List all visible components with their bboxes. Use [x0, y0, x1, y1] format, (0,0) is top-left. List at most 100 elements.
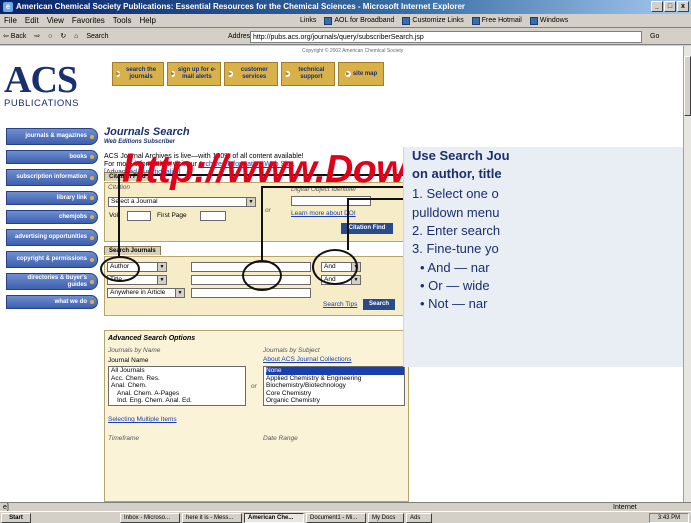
page-content: ACS PUBLICATIONS Copyright © 2002 Americ…: [0, 46, 683, 502]
annotation-circle-operator: [312, 249, 358, 285]
forward-button[interactable]: ⇨: [31, 33, 43, 40]
list-item[interactable]: Biochemistry/Biotechnology: [266, 382, 404, 390]
vol-label: Vol: [109, 212, 119, 219]
chevron-down-icon: ▼: [157, 263, 166, 271]
search-tips-link[interactable]: Search Tips: [323, 301, 357, 308]
go-button[interactable]: Go: [650, 31, 659, 43]
chevron-down-icon: ▼: [175, 289, 184, 297]
advanced-heading: Advanced Search Options: [108, 335, 196, 342]
window-title: American Chemical Society Publications: …: [16, 2, 466, 11]
task-my-docs[interactable]: My Docs: [368, 513, 404, 523]
task-american-chemical[interactable]: American Che...: [244, 513, 304, 523]
list-item[interactable]: Organic Chemistry: [266, 397, 404, 405]
menu-favorites[interactable]: Favorites: [68, 16, 109, 25]
links-label: Links: [300, 17, 317, 24]
search-button[interactable]: Search: [363, 299, 395, 310]
leader-line: [261, 186, 263, 260]
list-item[interactable]: Anal. Chem. A-Pages: [111, 390, 245, 398]
leader-line: [118, 174, 120, 256]
timeframe-label: Timeframe: [108, 435, 140, 442]
browser-window: e American Chemical Society Publications…: [0, 0, 691, 523]
page-title: Journals Search: [104, 126, 190, 138]
side-journals-magazines[interactable]: journals & magazines: [6, 128, 98, 145]
status-text: e]: [3, 504, 9, 511]
side-directories[interactable]: directories & buyer's guides: [6, 273, 98, 290]
nav-technical-support[interactable]: ▶ technical support: [281, 62, 335, 86]
leader-line: [347, 198, 407, 200]
back-button[interactable]: ⇦ Back: [0, 33, 29, 40]
acs-logo[interactable]: ACS PUBLICATIONS: [4, 61, 96, 114]
journal-name-label: Journal Name: [108, 357, 149, 364]
home-icon[interactable]: ⌂: [71, 33, 81, 40]
close-button[interactable]: x: [677, 1, 689, 12]
subject-list[interactable]: None Applied Chemistry & Engineering Bio…: [263, 366, 405, 406]
vertical-scrollbar[interactable]: [683, 46, 691, 502]
list-item[interactable]: All Journals: [111, 367, 245, 375]
callout-step-2: 2. Enter search: [412, 223, 501, 238]
journal-select[interactable]: Select a Journal ▼: [108, 197, 256, 207]
field-select-3[interactable]: Anywhere in Article ▼: [107, 288, 185, 298]
link-icon: [529, 17, 538, 25]
search-button[interactable]: Search: [83, 33, 111, 40]
clock: 3:43 PM: [649, 513, 689, 523]
menu-tools[interactable]: Tools: [109, 16, 136, 25]
menu-view[interactable]: View: [43, 16, 68, 25]
arrow-icon: ▶: [285, 71, 290, 77]
first-page-input[interactable]: [200, 211, 226, 221]
refresh-icon[interactable]: ↻: [57, 33, 69, 40]
list-item[interactable]: Ind. Eng. Chem. Anal. Ed.: [111, 397, 245, 405]
scroll-thumb[interactable]: [684, 56, 691, 116]
nav-search-journals[interactable]: ▶ search the journals: [112, 62, 164, 86]
menu-file[interactable]: File: [0, 16, 21, 25]
maximize-button[interactable]: □: [664, 1, 676, 12]
doi-learn-more-link[interactable]: Learn more about DOI: [291, 210, 356, 217]
multiple-items-link[interactable]: Selecting Multiple Items: [108, 416, 177, 423]
address-bar[interactable]: http://pubs.acs.org/journals/query/subsc…: [250, 31, 642, 43]
vol-input[interactable]: [127, 211, 151, 221]
side-copyright-permissions[interactable]: copyright & permissions: [6, 251, 98, 268]
list-item[interactable]: None: [266, 367, 404, 375]
side-advertising[interactable]: advertising opportunities: [6, 229, 98, 246]
minimize-button[interactable]: _: [651, 1, 663, 12]
start-button[interactable]: Start: [1, 513, 31, 523]
side-what-we-do[interactable]: what we do: [6, 295, 98, 309]
list-item[interactable]: Acc. Chem. Res.: [111, 375, 245, 383]
callout-step-3: 3. Fine-tune yo: [412, 241, 499, 256]
nav-email-alerts[interactable]: ▶ sign up for e-mail alerts: [167, 62, 221, 86]
link-hotmail[interactable]: Free Hotmail: [471, 14, 522, 28]
task-messenger[interactable]: here it is - Mess...: [182, 513, 242, 523]
menu-help[interactable]: Help: [135, 16, 159, 25]
links-bar: Links AOL for Broadband Customize Links …: [300, 14, 568, 28]
instruction-callout: Use Search Jou on author, title 1. Selec…: [403, 147, 683, 367]
nav-site-map[interactable]: ▶ site map: [338, 62, 384, 86]
side-books[interactable]: books: [6, 150, 98, 164]
list-item[interactable]: Applied Chemistry & Engineering: [266, 375, 404, 383]
leader-line: [347, 198, 349, 250]
collections-link[interactable]: About ACS Journal Collections: [263, 356, 352, 363]
annotation-circle-field: [100, 256, 140, 282]
side-library-link[interactable]: library link: [6, 191, 98, 205]
link-customize[interactable]: Customize Links: [402, 14, 464, 28]
stop-icon[interactable]: ○: [45, 33, 55, 40]
side-subscription-information[interactable]: subscription information: [6, 169, 98, 186]
page-subtitle: Web Editions Subscriber: [104, 139, 175, 145]
chevron-down-icon: ▼: [246, 198, 255, 206]
list-item[interactable]: Anal. Chem.: [111, 382, 245, 390]
top-nav: ▶ search the journals ▶ sign up for e-mail…: [112, 62, 412, 86]
task-inbox[interactable]: Inbox - Microso...: [120, 513, 180, 523]
side-chemjobs[interactable]: chemjobs: [6, 210, 98, 224]
tab-search-journals[interactable]: Search Journals: [104, 246, 161, 255]
task-ads[interactable]: Ads: [406, 513, 432, 523]
journal-list[interactable]: All Journals Acc. Chem. Res. Anal. Chem.…: [108, 366, 246, 406]
link-aol[interactable]: AOL for Broadband: [324, 14, 394, 28]
callout-title-2: on author, title: [412, 166, 502, 181]
link-windows[interactable]: Windows: [529, 14, 568, 28]
arrow-icon: ▶: [116, 71, 121, 77]
task-document1[interactable]: Document1 - Mi...: [306, 513, 366, 523]
list-item[interactable]: Core Chemistry: [266, 390, 404, 398]
menu-edit[interactable]: Edit: [21, 16, 43, 25]
callout-step-1a: 1. Select one o: [412, 186, 499, 201]
by-name-label: Journals by Name: [108, 347, 161, 354]
nav-customer-services[interactable]: ▶ customer services: [224, 62, 278, 86]
search-term-3[interactable]: [191, 288, 311, 298]
